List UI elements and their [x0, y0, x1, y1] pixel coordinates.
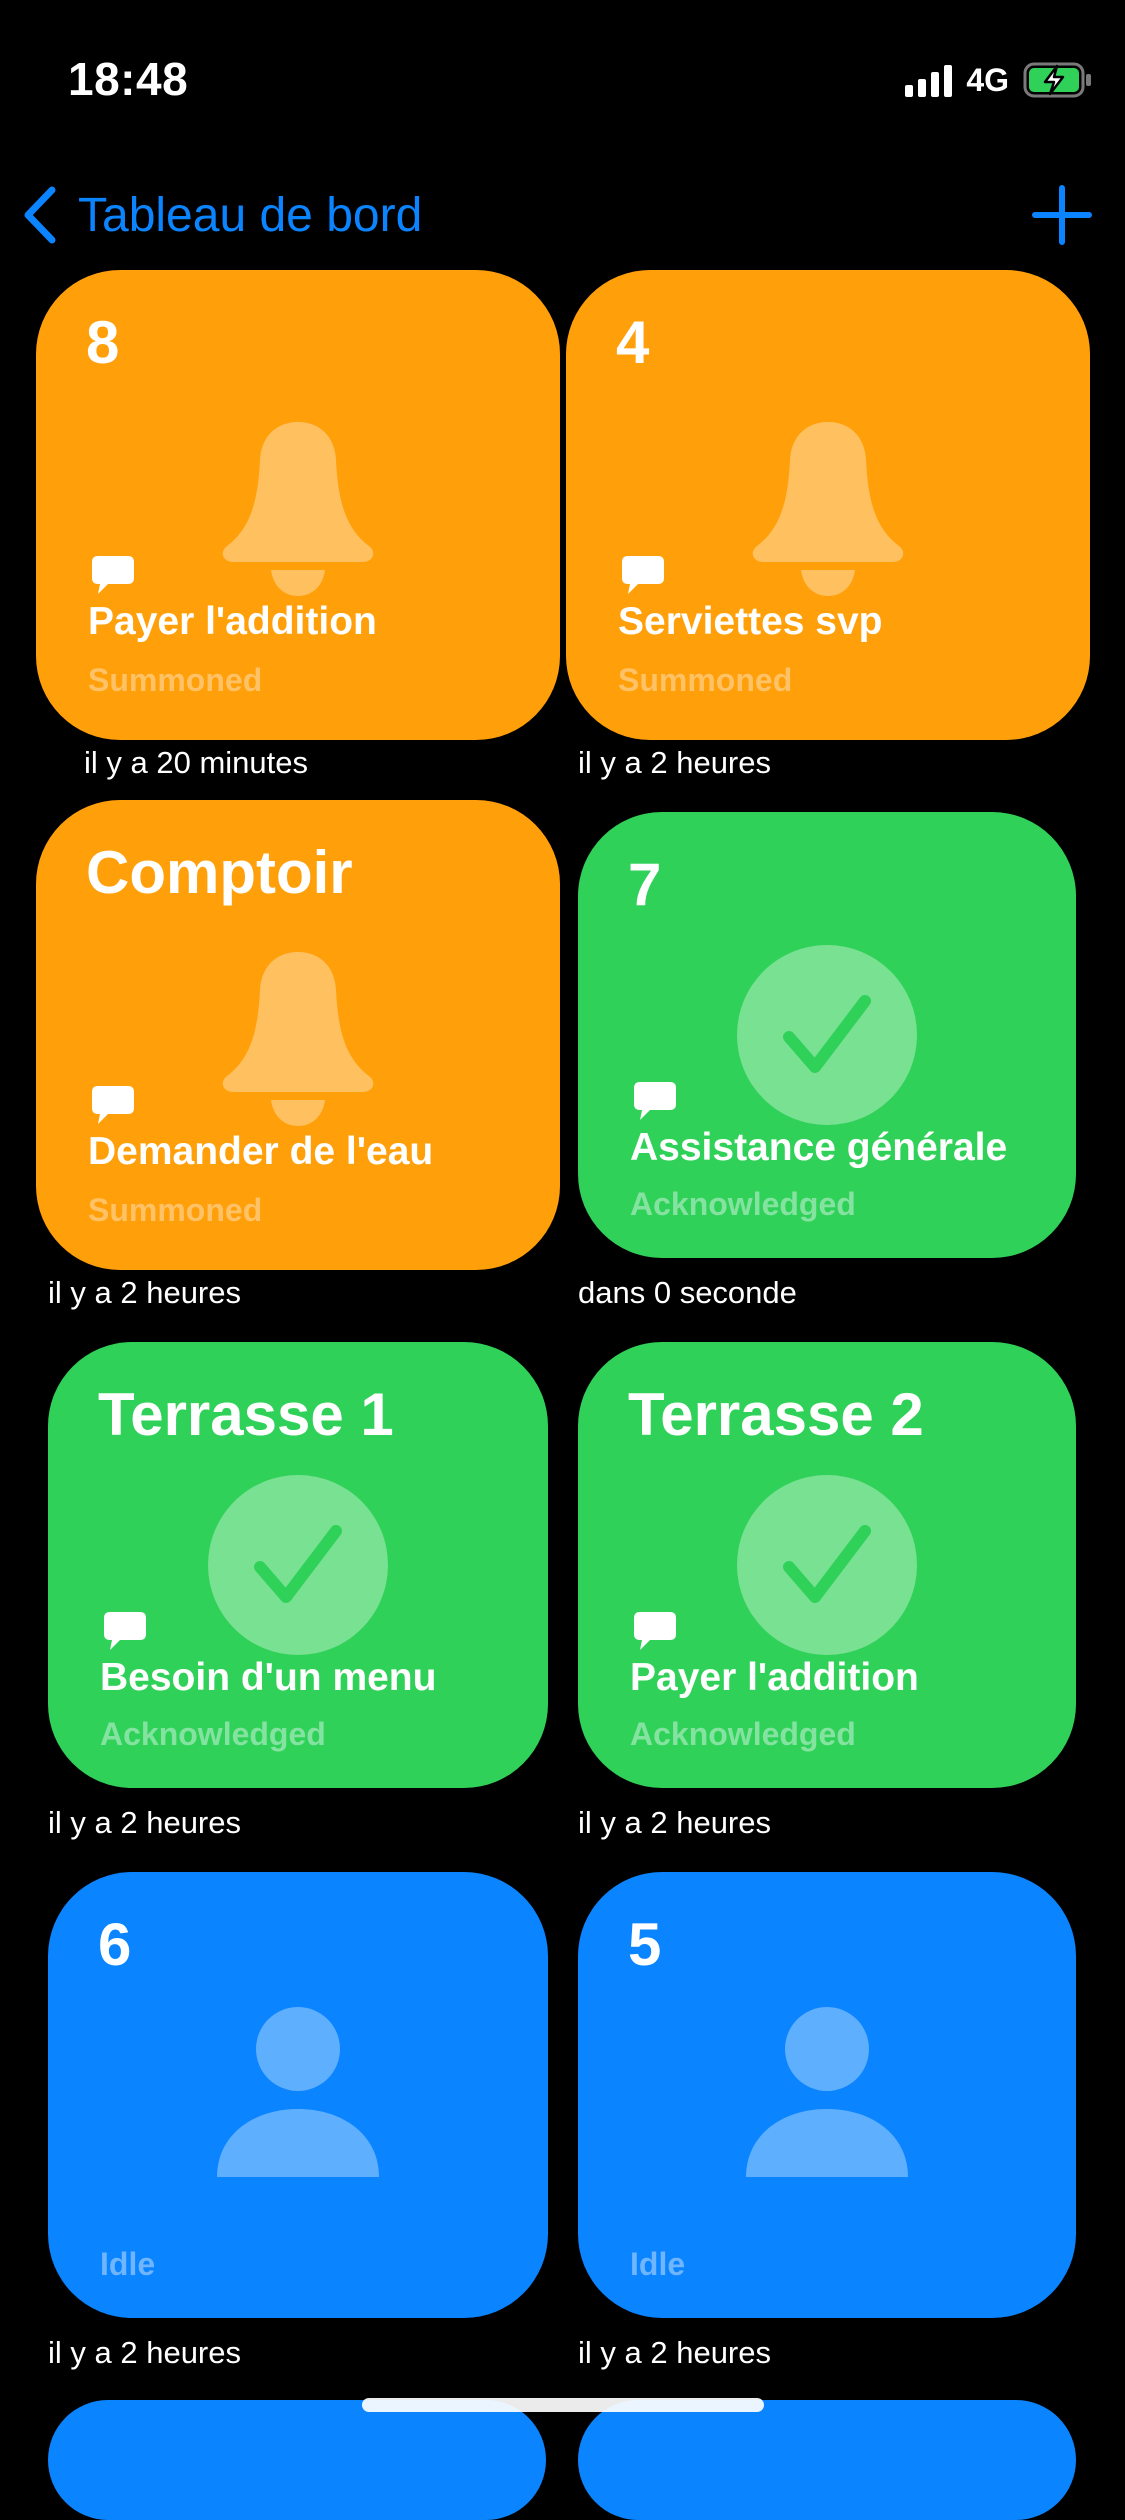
status-label: Acknowledged [100, 1716, 326, 1752]
request-message: Besoin d'un menu [100, 1656, 437, 1699]
checkmark-icon [737, 1475, 917, 1655]
table-cell: 5 Idle il y a 2 heures [578, 1872, 1125, 2402]
person-icon [746, 2007, 908, 2177]
tables-grid: 8 Payer l'addition Summoned il y a 20 mi… [0, 0, 1125, 2520]
table-tile-partial[interactable] [48, 2400, 546, 2520]
time-ago: il y a 20 minutes [84, 745, 308, 780]
message-bubble-icon [634, 1612, 676, 1650]
status-label: Acknowledged [630, 1716, 856, 1752]
table-tile[interactable]: Terrasse 2 Payer l'addition Acknowledged [578, 1342, 1076, 1788]
status-label: Summoned [88, 662, 263, 698]
table-tile-partial[interactable] [578, 2400, 1076, 2520]
bell-icon [222, 952, 374, 1126]
table-tile[interactable]: 6 Idle [48, 1872, 548, 2318]
table-name: 7 [628, 851, 662, 918]
time-ago: il y a 2 heures [48, 1275, 241, 1310]
table-name: Terrasse 1 [98, 1381, 394, 1448]
table-name: 6 [98, 1911, 132, 1978]
time-ago: il y a 2 heures [48, 1805, 241, 1840]
bell-icon [222, 422, 374, 596]
table-cell: 8 Payer l'addition Summoned il y a 20 mi… [36, 270, 596, 800]
time-ago: dans 0 seconde [578, 1275, 797, 1310]
time-ago: il y a 2 heures [578, 1805, 771, 1840]
table-cell: 7 Assistance générale Acknowledged dans … [578, 812, 1125, 1342]
checkmark-icon [208, 1475, 388, 1655]
person-icon [217, 2007, 379, 2177]
table-name: 8 [86, 309, 120, 376]
table-cell: Terrasse 1 Besoin d'un menu Acknowledged… [48, 1342, 608, 1872]
message-bubble-icon [104, 1612, 146, 1650]
message-bubble-icon [622, 556, 664, 594]
checkmark-icon [737, 945, 917, 1125]
message-bubble-icon [634, 1082, 676, 1120]
status-label: Summoned [88, 1192, 263, 1228]
status-label: Idle [100, 2246, 156, 2282]
status-label: Idle [630, 2246, 686, 2282]
table-cell: Comptoir Demander de l'eau Summoned il y… [36, 800, 596, 1330]
status-label: Summoned [618, 662, 793, 698]
request-message: Assistance générale [630, 1126, 1008, 1169]
status-label: Acknowledged [630, 1186, 856, 1222]
table-name: 5 [628, 1911, 662, 1978]
table-cell: 6 Idle il y a 2 heures [48, 1872, 608, 2402]
time-ago: il y a 2 heures [578, 2335, 771, 2370]
table-name: Terrasse 2 [628, 1381, 924, 1448]
time-ago: il y a 2 heures [578, 745, 771, 780]
table-tile[interactable]: 5 Idle [578, 1872, 1076, 2318]
time-ago: il y a 2 heures [48, 2335, 241, 2370]
table-name: Comptoir [86, 839, 353, 906]
message-bubble-icon [92, 1086, 134, 1124]
request-message: Payer l'addition [88, 600, 377, 643]
home-indicator[interactable] [362, 2398, 764, 2412]
table-tile[interactable]: 8 Payer l'addition Summoned [36, 270, 560, 740]
table-name: 4 [616, 309, 650, 376]
table-tile[interactable]: 4 Serviettes svp Summoned [566, 270, 1090, 740]
table-tile[interactable]: Terrasse 1 Besoin d'un menu Acknowledged [48, 1342, 548, 1788]
table-tile[interactable]: Comptoir Demander de l'eau Summoned [36, 800, 560, 1270]
message-bubble-icon [92, 556, 134, 594]
request-message: Payer l'addition [630, 1656, 919, 1699]
table-cell: 4 Serviettes svp Summoned il y a 2 heure… [566, 270, 1125, 800]
table-tile[interactable]: 7 Assistance générale Acknowledged [578, 812, 1076, 1258]
request-message: Serviettes svp [618, 600, 883, 643]
bell-icon [752, 422, 904, 596]
request-message: Demander de l'eau [88, 1130, 434, 1173]
table-cell: Terrasse 2 Payer l'addition Acknowledged… [578, 1342, 1125, 1872]
